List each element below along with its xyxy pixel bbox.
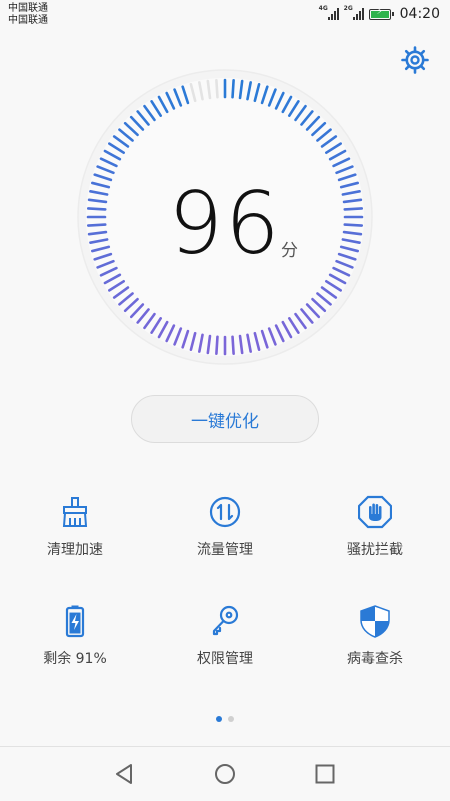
- recent-square-icon[interactable]: [312, 761, 338, 787]
- gear-icon[interactable]: [399, 44, 431, 76]
- gauge-tick: [215, 335, 219, 356]
- tool-battery-label: 剩余 91%: [43, 651, 107, 667]
- status-bar: 中国联通 中国联通 4G 2G ⚡ 04:20: [0, 0, 450, 34]
- tool-virus-scan[interactable]: 病毒查杀: [300, 604, 450, 668]
- data-traffic-icon: [209, 496, 241, 528]
- back-triangle-icon[interactable]: [112, 761, 138, 787]
- score-value: 96: [168, 174, 282, 274]
- gauge-tick: [215, 78, 219, 99]
- page-dot[interactable]: [228, 716, 234, 722]
- navigation-bar: [0, 746, 450, 801]
- broom-icon: [62, 497, 88, 527]
- page-dot-active[interactable]: [216, 716, 222, 722]
- battery-icon: [65, 605, 85, 638]
- tool-harassment-block-label: 骚扰拦截: [347, 542, 403, 558]
- key-icon: [212, 605, 239, 636]
- hand-block-icon: [358, 495, 392, 529]
- tool-data-traffic[interactable]: 流量管理: [150, 495, 300, 559]
- gauge-tick: [231, 78, 235, 99]
- signal-1-icon: 4G: [318, 5, 339, 20]
- score-unit: 分: [281, 241, 298, 261]
- tool-cleanup-label: 清理加速: [47, 542, 103, 558]
- battery-charging-icon: ⚡: [368, 7, 394, 20]
- gauge-tick: [231, 335, 235, 356]
- carrier-2-label: 中国联通: [8, 15, 48, 26]
- one-click-optimize-button[interactable]: 一键优化: [131, 395, 319, 443]
- carrier-names: 中国联通 中国联通: [8, 3, 48, 27]
- tool-harassment-block[interactable]: 骚扰拦截: [300, 495, 450, 559]
- carrier-1-label: 中国联通: [8, 3, 48, 14]
- signal-1-tag: 4G: [318, 5, 328, 12]
- tool-data-traffic-label: 流量管理: [197, 542, 253, 558]
- shield-icon: [360, 605, 390, 638]
- tool-permissions[interactable]: 权限管理: [150, 604, 300, 668]
- signal-2-icon: 2G: [343, 5, 364, 20]
- home-circle-icon[interactable]: [212, 761, 238, 787]
- clock: 04:20: [399, 6, 440, 22]
- signal-2-tag: 2G: [343, 5, 353, 12]
- page-indicator: [0, 716, 450, 722]
- tool-cleanup[interactable]: 清理加速: [0, 495, 150, 559]
- tool-battery[interactable]: 剩余 91%: [0, 604, 150, 668]
- status-icons: 4G 2G ⚡ 04:20: [318, 5, 440, 22]
- tool-virus-scan-label: 病毒查杀: [347, 651, 403, 667]
- tool-permissions-label: 权限管理: [197, 651, 253, 667]
